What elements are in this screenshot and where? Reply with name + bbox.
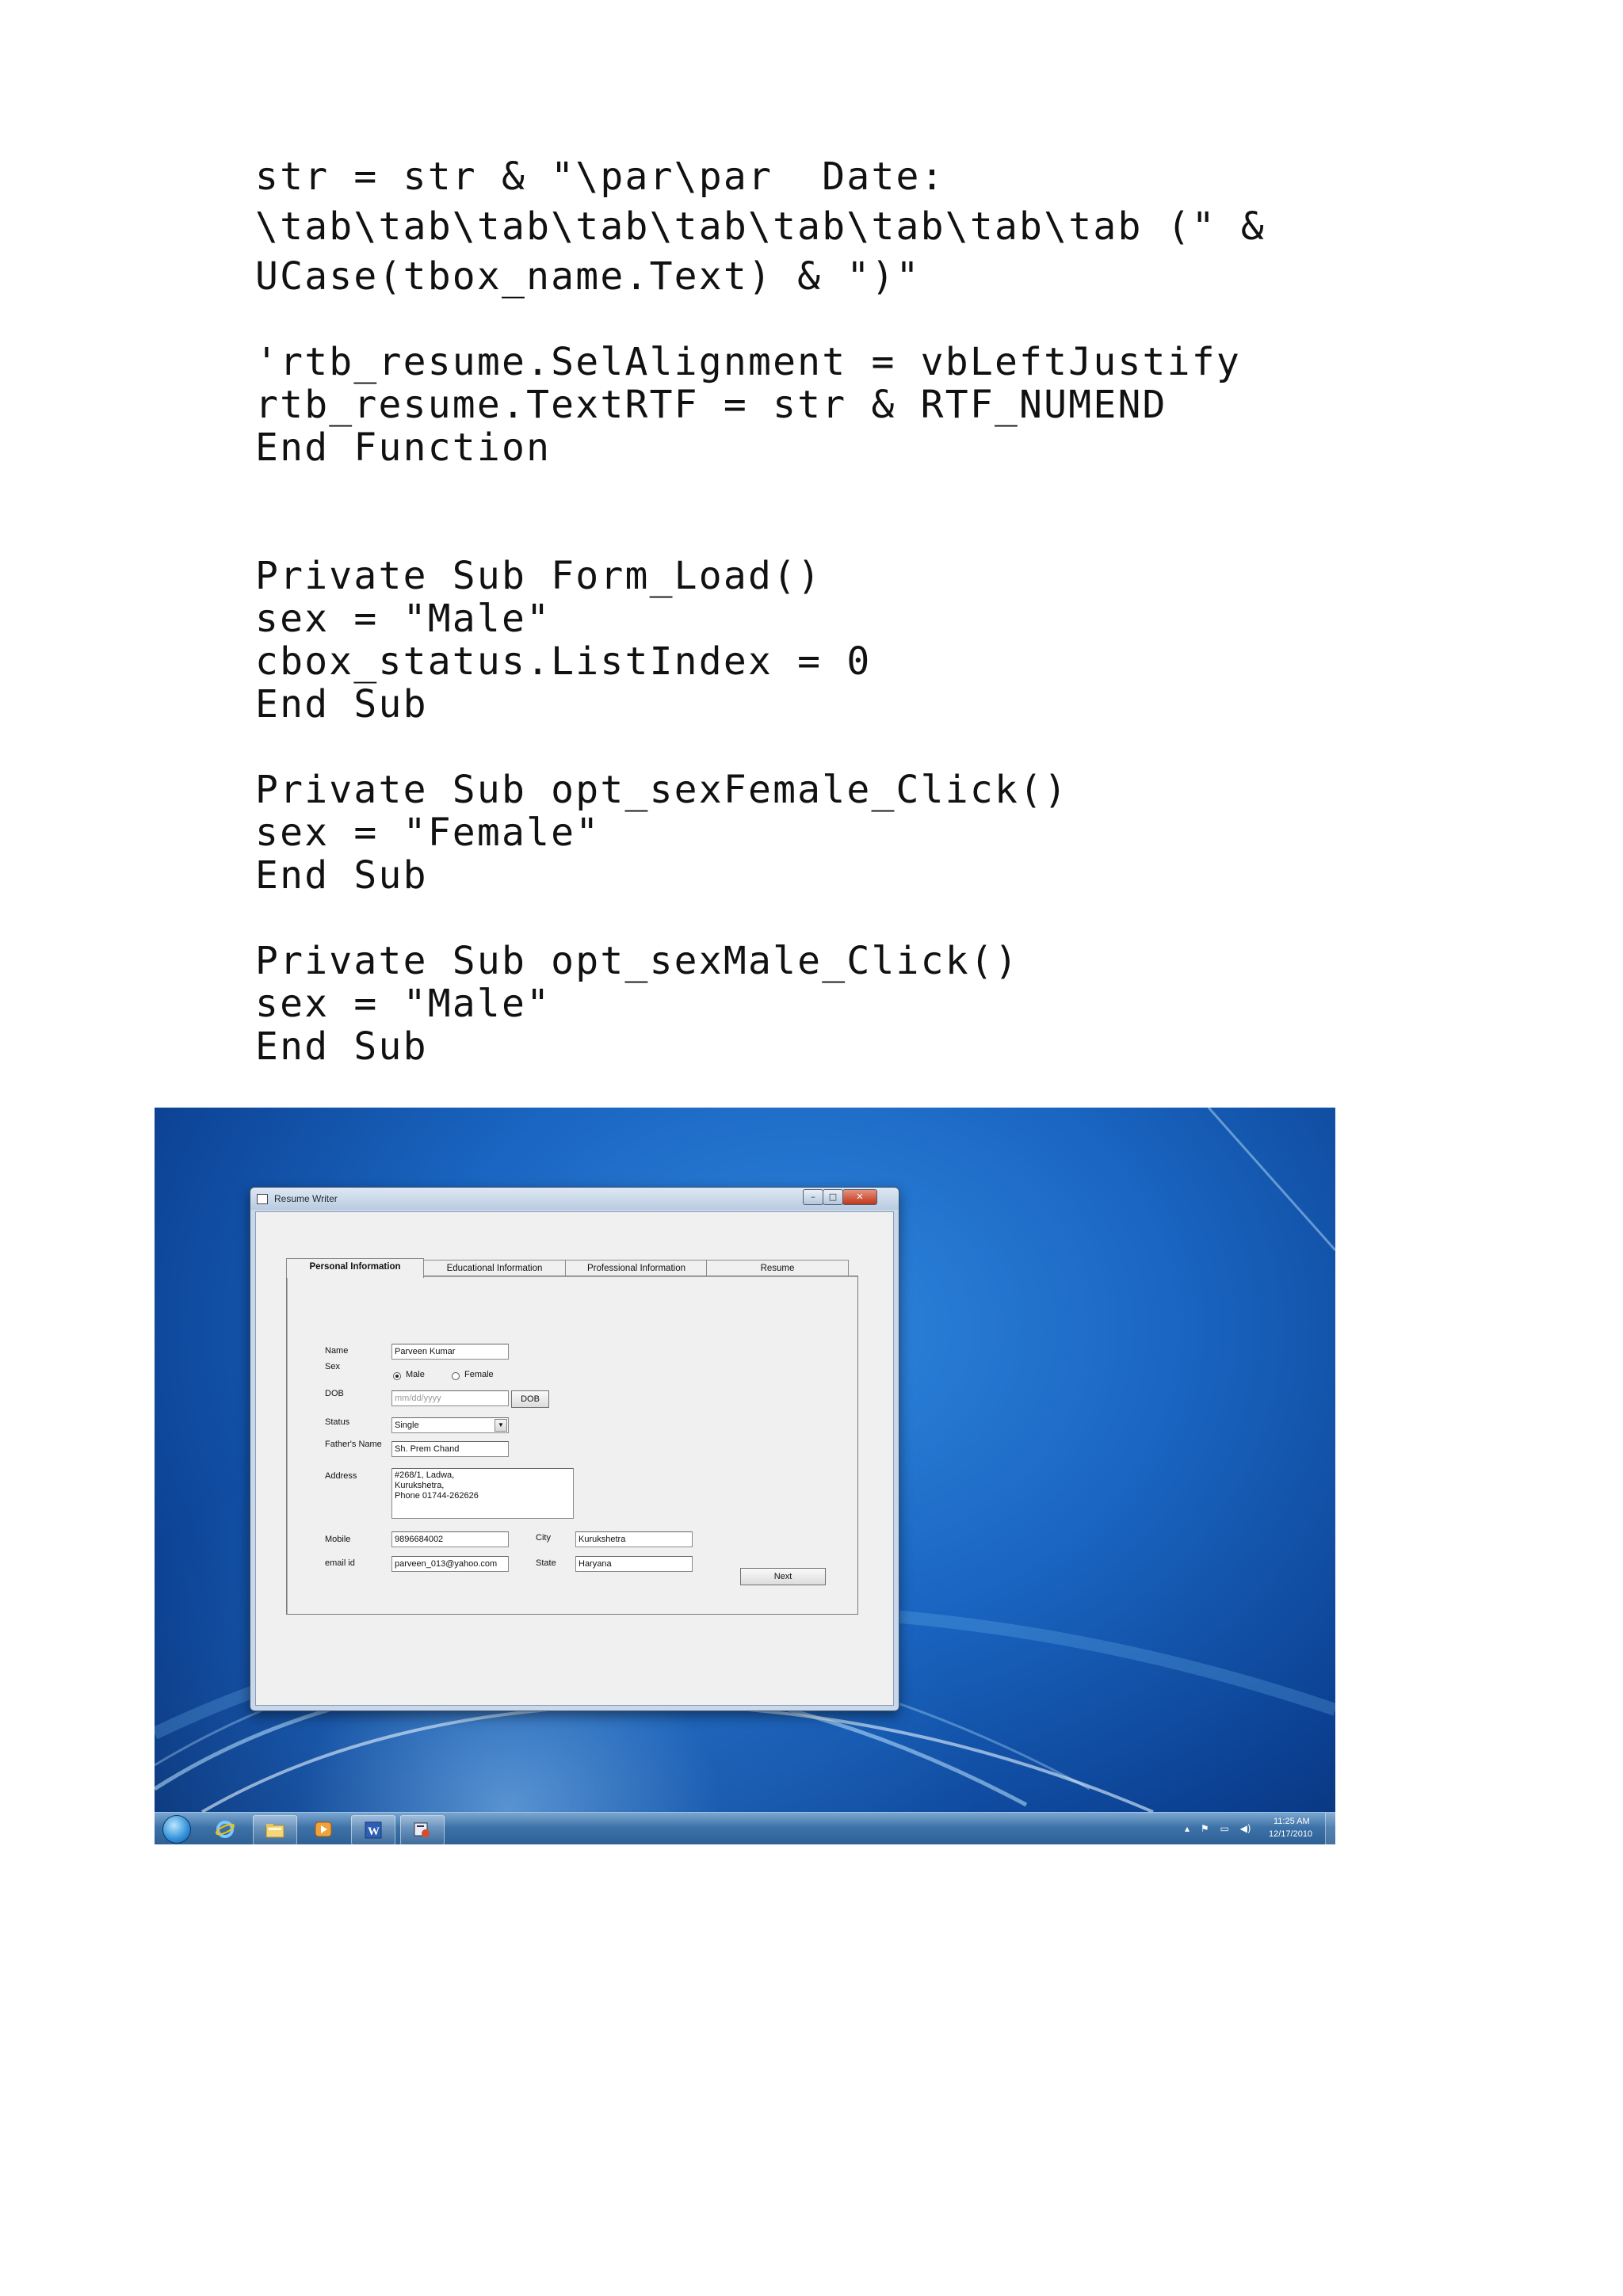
email-field[interactable]: parveen_013@yahoo.com xyxy=(391,1556,509,1572)
fathers-name-field[interactable]: Sh. Prem Chand xyxy=(391,1441,509,1457)
desktop-screenshot: Resume Writer – □ ✕ Personal Information… xyxy=(155,1108,1335,1844)
title-bar[interactable]: Resume Writer – □ ✕ xyxy=(250,1188,899,1210)
close-button[interactable]: ✕ xyxy=(842,1189,877,1205)
name-field[interactable]: Parveen Kumar xyxy=(391,1344,509,1360)
female-radio[interactable] xyxy=(452,1372,460,1380)
clock-date[interactable]: 12/17/2010 xyxy=(1269,1829,1312,1839)
action-center-flag-icon[interactable]: ⚑ xyxy=(1201,1823,1209,1834)
address-field[interactable]: #268/1, Ladwa, Kurukshetra, Phone 01744-… xyxy=(391,1468,574,1519)
sex-label: Sex xyxy=(325,1362,340,1371)
code-block-main: 'rtb_resume.SelAlignment = vbLeftJustify… xyxy=(255,341,1241,1068)
code-line: End Sub xyxy=(255,682,428,727)
show-desktop-button[interactable] xyxy=(1325,1813,1335,1844)
code-line: End Sub xyxy=(255,853,428,898)
tab-personal-information[interactable]: Personal Information xyxy=(286,1258,424,1278)
network-icon[interactable]: ▭ xyxy=(1220,1823,1228,1834)
start-orb-icon[interactable] xyxy=(162,1815,191,1844)
code-line: Private Sub opt_sexFemale_Click() xyxy=(255,768,1069,812)
personal-information-panel: Name Parveen Kumar Sex Male Female DOB m… xyxy=(286,1276,858,1615)
show-hidden-icons-icon[interactable]: ▴ xyxy=(1185,1823,1190,1834)
code-line: sex = "Male" xyxy=(255,597,552,641)
email-label: email id xyxy=(325,1558,355,1568)
code-line: rtb_resume.TextRTF = str & RTF_NUMEND xyxy=(255,383,1167,427)
resume-writer-window: Resume Writer – □ ✕ Personal Information… xyxy=(250,1187,899,1711)
male-radio[interactable] xyxy=(393,1372,401,1380)
tab-educational-information[interactable]: Educational Information xyxy=(422,1260,567,1276)
window-title: Resume Writer xyxy=(274,1193,338,1204)
window-client-area: Personal Information Educational Informa… xyxy=(255,1211,894,1706)
dob-field[interactable]: mm/dd/yyyy xyxy=(391,1390,509,1406)
status-dropdown-value: Single xyxy=(395,1421,419,1430)
next-button[interactable]: Next xyxy=(740,1568,826,1585)
svg-text:W: W xyxy=(368,1825,380,1838)
male-radio-label: Male xyxy=(406,1370,425,1379)
code-line: cbox_status.ListIndex = 0 xyxy=(255,639,872,684)
code-line: sex = "Female" xyxy=(255,810,601,855)
female-radio-label: Female xyxy=(464,1370,494,1379)
fathers-name-label: Father's Name xyxy=(325,1440,382,1449)
mobile-label: Mobile xyxy=(325,1535,351,1544)
app-icon xyxy=(257,1194,268,1204)
minimize-button[interactable]: – xyxy=(803,1189,823,1205)
code-line: 'rtb_resume.SelAlignment = vbLeftJustify xyxy=(255,340,1241,384)
tab-professional-information[interactable]: Professional Information xyxy=(565,1260,708,1276)
code-line: str = str & "\par\par Date: xyxy=(255,154,945,199)
state-field[interactable]: Haryana xyxy=(575,1556,693,1572)
status-label: Status xyxy=(325,1417,350,1427)
taskbar: W ▴ ⚑ ▭ ◀) 11:25 AM 12/17/2010 xyxy=(155,1812,1335,1844)
dob-label: DOB xyxy=(325,1389,344,1398)
city-label: City xyxy=(536,1533,551,1543)
city-field[interactable]: Kurukshetra xyxy=(575,1531,693,1547)
resume-writer-app-icon[interactable] xyxy=(400,1815,445,1844)
code-line: Private Sub Form_Load() xyxy=(255,554,823,598)
media-player-icon[interactable] xyxy=(302,1815,345,1844)
windows-explorer-icon[interactable] xyxy=(253,1815,297,1844)
tab-resume[interactable]: Resume xyxy=(706,1260,849,1276)
code-line: UCase(tbox_name.Text) & ")" xyxy=(255,254,921,299)
code-line: Private Sub opt_sexMale_Click() xyxy=(255,939,1020,983)
mobile-field[interactable]: 9896684002 xyxy=(391,1531,509,1547)
chevron-down-icon[interactable]: ▼ xyxy=(495,1419,507,1432)
internet-explorer-icon[interactable] xyxy=(204,1815,246,1844)
volume-icon[interactable]: ◀) xyxy=(1240,1823,1251,1834)
maximize-button[interactable]: □ xyxy=(823,1189,843,1205)
dob-button[interactable]: DOB xyxy=(511,1390,549,1408)
code-line: End Sub xyxy=(255,1024,428,1069)
code-line: \tab\tab\tab\tab\tab\tab\tab\tab\tab (" … xyxy=(255,204,1266,249)
status-dropdown[interactable]: Single ▼ xyxy=(391,1417,509,1433)
code-block-top: str = str & "\par\par Date: \tab\tab\tab\… xyxy=(255,152,1266,302)
system-tray: ▴ ⚑ ▭ ◀) xyxy=(1185,1823,1251,1834)
name-label: Name xyxy=(325,1346,349,1356)
state-label: State xyxy=(536,1558,556,1568)
code-line: End Function xyxy=(255,425,552,470)
address-label: Address xyxy=(325,1471,357,1481)
code-line: sex = "Male" xyxy=(255,982,552,1026)
clock-time[interactable]: 11:25 AM xyxy=(1274,1817,1310,1826)
microsoft-word-icon[interactable]: W xyxy=(351,1815,395,1844)
